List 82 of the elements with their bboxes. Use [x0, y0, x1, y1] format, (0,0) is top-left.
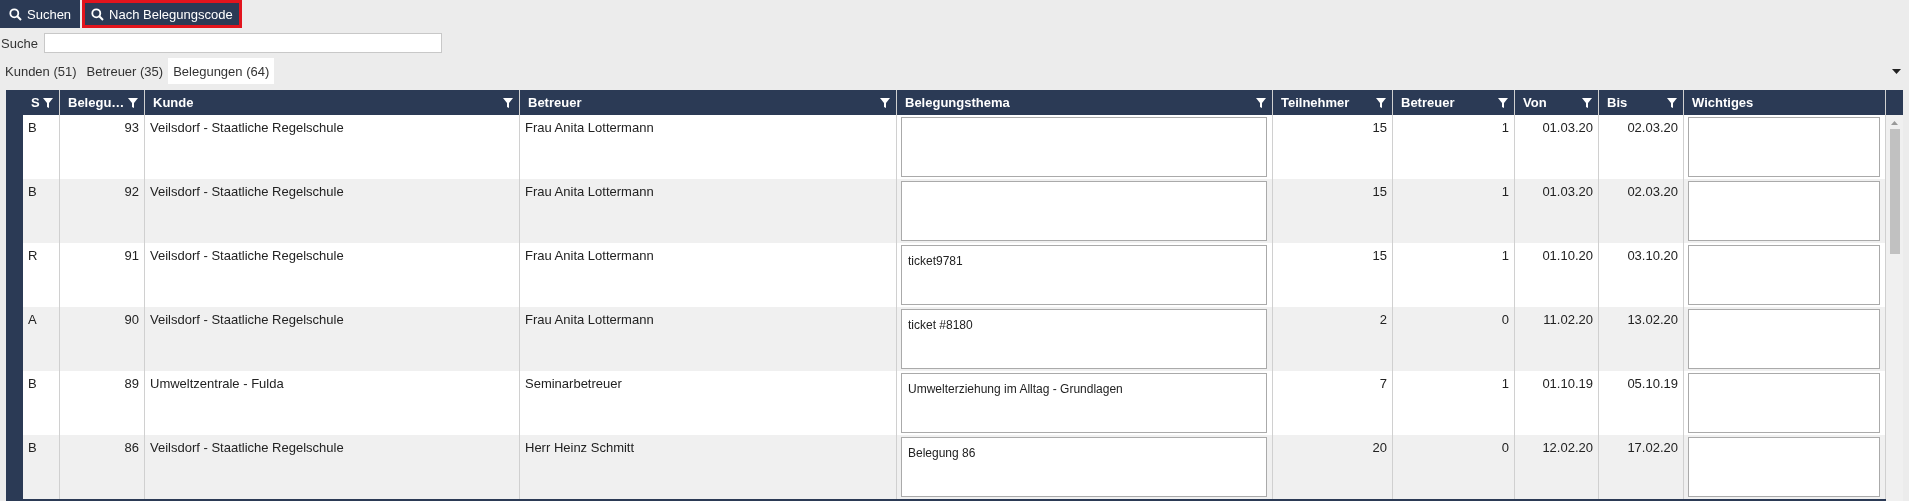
filter-icon[interactable]	[1498, 97, 1508, 108]
search-button[interactable]: Nach Belegungscode	[82, 0, 242, 28]
table-cell: 2	[1379, 312, 1387, 327]
filter-icon[interactable]	[1376, 97, 1386, 108]
text-area[interactable]: Belegung 86	[901, 437, 1267, 497]
table-cell: 13.02.20	[1627, 312, 1678, 327]
filter-icon[interactable]	[1256, 97, 1266, 108]
table-cell: 02.03.20	[1627, 120, 1678, 135]
table-cell: 17.02.20	[1627, 440, 1678, 455]
table-cell: Umweltzentrale - Fulda	[150, 376, 284, 391]
table-cell: 1	[1501, 120, 1509, 135]
table-cell: 11.02.20	[1543, 312, 1593, 327]
table-cell: 0	[1501, 440, 1509, 455]
text-area[interactable]	[901, 117, 1267, 177]
scroll-up-icon[interactable]	[1891, 121, 1898, 125]
table-cell: Frau Anita Lottermann	[525, 184, 654, 199]
table-cell: 05.10.19	[1627, 376, 1678, 391]
table-cell: Frau Anita Lottermann	[525, 312, 654, 327]
table-cell: 01.10.20	[1542, 248, 1593, 263]
table-cell: A	[28, 312, 37, 327]
search-field[interactable]	[43, 33, 442, 53]
filter-icon[interactable]	[1667, 97, 1677, 108]
table-cell: 12.02.20	[1542, 440, 1593, 455]
table-cell: 91	[124, 248, 139, 263]
filter-icon[interactable]	[128, 97, 138, 108]
table-cell: Herr Heinz Schmitt	[525, 440, 635, 455]
text-area[interactable]: Umwelterziehung im Alltag - Grundlagen	[901, 373, 1267, 433]
table-cell: B	[28, 440, 37, 455]
table-cell: 03.10.20	[1627, 248, 1678, 263]
text-area[interactable]: ticket #8180	[901, 309, 1267, 369]
table-cell: 7	[1379, 376, 1387, 391]
text-area[interactable]	[901, 181, 1267, 241]
table-cell: 15	[1372, 184, 1387, 199]
table-cell: 01.03.20	[1542, 120, 1593, 135]
scrollbar-thumb[interactable]	[1889, 129, 1900, 254]
dropdown-arrow-icon[interactable]	[1892, 68, 1901, 74]
table-cell: Frau Anita Lottermann	[525, 120, 654, 135]
search-icon	[9, 7, 22, 21]
table-cell: 1	[1501, 376, 1509, 391]
table-cell: Veilsdorf - Staatliche Regelschule	[150, 120, 344, 135]
table-cell: 01.10.19	[1542, 376, 1593, 391]
table-cell: Veilsdorf - Staatliche Regelschule	[150, 184, 344, 199]
table-cell: 0	[1501, 312, 1509, 327]
table-cell: 02.03.20	[1627, 184, 1678, 199]
text-area[interactable]	[1688, 309, 1880, 369]
filter-icon[interactable]	[880, 97, 890, 108]
table-cell: 86	[124, 440, 139, 455]
table-cell: 15	[1372, 120, 1387, 135]
table-cell: 20	[1372, 440, 1387, 455]
table-cell: Seminarbetreuer	[525, 376, 622, 391]
text-area[interactable]	[1688, 117, 1880, 177]
text-area[interactable]	[1688, 373, 1880, 433]
tab[interactable]: Kunden (51)	[0, 58, 82, 84]
search-button[interactable]: Suchen	[0, 0, 81, 28]
table-cell: 93	[124, 120, 139, 135]
table-cell: B	[28, 184, 37, 199]
text-area[interactable]: ticket9781	[901, 245, 1267, 305]
table-cell: 90	[124, 312, 139, 327]
filter-icon[interactable]	[43, 97, 53, 108]
text-area[interactable]	[1688, 181, 1880, 241]
table-cell: Veilsdorf - Staatliche Regelschule	[150, 248, 344, 263]
table-cell: Frau Anita Lottermann	[525, 248, 654, 263]
table-cell: B	[28, 376, 37, 391]
text-area[interactable]	[1688, 437, 1880, 497]
scrollbar[interactable]	[1886, 115, 1903, 501]
table-cell: 1	[1501, 248, 1509, 263]
table-cell: Veilsdorf - Staatliche Regelschule	[150, 312, 344, 327]
table-cell: R	[28, 248, 38, 263]
table-cell: 01.03.20	[1542, 184, 1593, 199]
table-cell: 15	[1372, 248, 1387, 263]
filter-icon[interactable]	[1582, 97, 1592, 108]
search-label: Suche	[0, 35, 39, 51]
text-area[interactable]	[1688, 245, 1880, 305]
table-cell: 89	[124, 376, 139, 391]
filter-icon[interactable]	[503, 97, 513, 108]
table-cell: 92	[124, 184, 139, 199]
table-cell: 1	[1501, 184, 1509, 199]
table-cell: Veilsdorf - Staatliche Regelschule	[150, 440, 344, 455]
tab[interactable]: Betreuer (35)	[81, 58, 169, 84]
table-cell: B	[28, 120, 37, 135]
search-icon	[91, 7, 105, 21]
tab[interactable]: Belegungen (64)	[168, 58, 275, 84]
